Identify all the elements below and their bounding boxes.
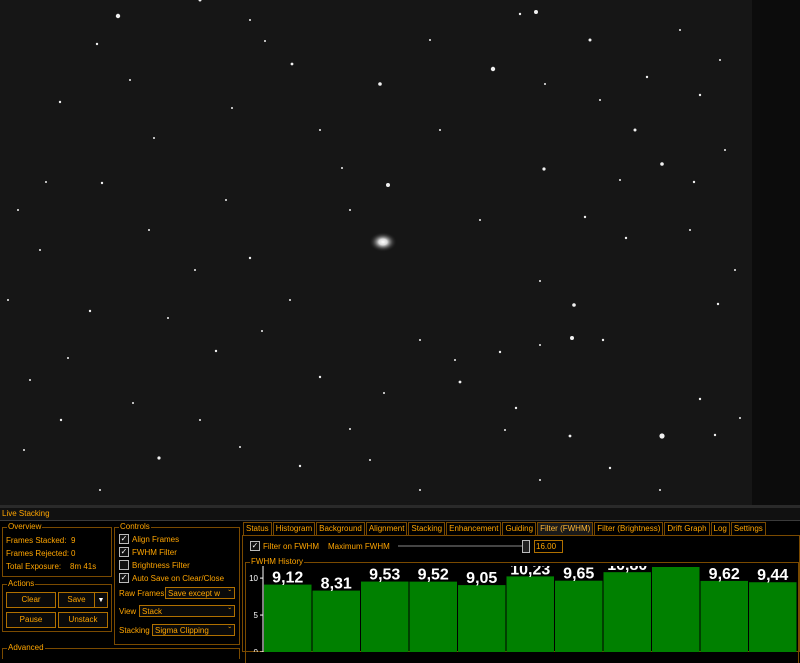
fwhm-bar[interactable] — [264, 584, 312, 652]
actions-group: Actions Clear Save ▼ Pause Unstack — [2, 579, 112, 632]
stacking-label: Stacking — [119, 626, 150, 635]
filter-on-fwhm-label: Filter on FWHM — [263, 541, 319, 551]
chevron-down-icon: ˇ — [228, 626, 231, 635]
auto-save-checkbox[interactable]: ✓ Auto Save on Clear/Close — [119, 573, 224, 583]
comet-nucleus — [369, 232, 397, 252]
view-value: Stack — [142, 607, 163, 616]
pause-button[interactable]: Pause — [6, 612, 56, 628]
fwhm-bar[interactable] — [361, 581, 409, 652]
overview-legend: Overview — [7, 522, 43, 532]
tab-guiding[interactable]: Guiding — [502, 522, 537, 535]
frames-rejected-value: 0 — [71, 549, 76, 558]
tab-drift-graph[interactable]: Drift Graph — [664, 522, 710, 535]
unstack-button[interactable]: Unstack — [58, 612, 108, 628]
brightness-filter-label: Brightness Filter — [132, 560, 190, 570]
fwhm-history-chart: 10 5 0 9,12 8,31 9,53 9,52 9,05 10,23 9,65 10,80 9,… — [249, 566, 797, 652]
tab-histogram[interactable]: Histogram — [272, 522, 316, 535]
slider-thumb[interactable] — [522, 540, 530, 553]
fwhm-bar-label: 10,23 — [510, 566, 550, 578]
tab-enhancement[interactable]: Enhancement — [446, 522, 502, 535]
fwhm-bar-label: 9,44 — [757, 567, 788, 584]
fwhm-bar-label: 9,12 — [272, 570, 303, 587]
fwhm-bar[interactable] — [700, 580, 749, 652]
fwhm-bar[interactable] — [506, 576, 555, 652]
image-margin — [752, 0, 800, 505]
fwhm-bar[interactable] — [749, 582, 797, 652]
stacking-value: Sigma Clipping — [155, 626, 209, 635]
clear-button[interactable]: Clear — [6, 592, 56, 608]
stacking-dropdown[interactable]: Sigma Clipping ˇ — [152, 624, 235, 636]
fwhm-bar-label: 9,65 — [563, 566, 594, 583]
fwhm-bar-label: 9,05 — [466, 570, 497, 587]
fwhm-filter-label: FWHM Filter — [132, 547, 177, 557]
fwhm-filter-checkbox[interactable]: ✓ FWHM Filter — [119, 547, 177, 557]
tab-bar: Status Histogram Background Alignment Stacki… — [243, 522, 767, 535]
total-exposure-value: 8m 41s — [70, 562, 97, 571]
checkbox-box[interactable] — [119, 560, 129, 570]
save-button[interactable]: Save — [58, 592, 95, 608]
advanced-group: Advanced — [2, 643, 240, 659]
controls-legend: Controls — [119, 522, 151, 532]
raw-frames-label: Raw Frames — [119, 589, 165, 598]
frames-stacked-label: Frames Stacked: — [6, 536, 67, 545]
raw-frames-dropdown[interactable]: Save except w ˇ — [165, 587, 235, 599]
filter-on-fwhm-checkbox[interactable]: ✓ Filter on FWHM — [250, 541, 319, 551]
chevron-down-icon: ˇ — [228, 589, 231, 598]
y-tick-label: 5 — [254, 611, 259, 620]
view-dropdown[interactable]: Stack ˇ — [139, 605, 235, 617]
brightness-filter-checkbox[interactable]: Brightness Filter — [119, 560, 190, 570]
align-frames-label: Align Frames — [132, 534, 180, 544]
chevron-down-icon: ▼ — [97, 597, 105, 604]
auto-save-label: Auto Save on Clear/Close — [132, 573, 225, 583]
maximum-fwhm-label: Maximum FWHM — [328, 542, 390, 551]
y-tick-label: 10 — [249, 574, 258, 583]
view-label: View — [119, 607, 137, 616]
fwhm-bar-label: 9,53 — [369, 567, 400, 584]
raw-frames-value: Save except w — [168, 589, 221, 598]
controls-group: Controls ✓ Align Frames ✓ FWHM Filter Br… — [114, 522, 240, 645]
tab-filter-brightness[interactable]: Filter (Brightness) — [594, 522, 664, 535]
fwhm-bar-label: 9,52 — [418, 567, 449, 584]
checkbox-box[interactable]: ✓ — [119, 573, 129, 583]
fwhm-bar[interactable] — [652, 567, 700, 652]
align-frames-checkbox[interactable]: ✓ Align Frames — [119, 534, 179, 544]
frames-rejected-label: Frames Rejected: — [6, 549, 70, 558]
panel-title: Live Stacking — [2, 509, 50, 518]
save-dropdown-button[interactable]: ▼ — [94, 592, 108, 608]
fwhm-bar[interactable] — [603, 572, 652, 652]
star-field-image — [7, 0, 741, 491]
checkbox-box[interactable]: ✓ — [119, 534, 129, 544]
fwhm-bar-label: 9,62 — [709, 566, 740, 583]
tab-stacking[interactable]: Stacking — [408, 522, 446, 535]
fwhm-bar[interactable] — [409, 581, 458, 652]
total-exposure-label: Total Exposure: — [6, 562, 62, 571]
fwhm-bar-label: 8,31 — [321, 576, 352, 593]
checkbox-box[interactable]: ✓ — [250, 541, 260, 551]
maximum-fwhm-slider[interactable] — [398, 540, 530, 553]
fwhm-bar[interactable] — [458, 585, 506, 652]
live-stacking-titlebar: Live Stacking — [0, 508, 800, 521]
stacked-image-view[interactable] — [0, 0, 752, 505]
chevron-down-icon: ˇ — [228, 607, 231, 616]
fwhm-bar[interactable] — [555, 580, 603, 652]
fwhm-bar[interactable] — [312, 590, 361, 652]
actions-legend: Actions — [7, 579, 36, 589]
frames-stacked-value: 9 — [71, 536, 76, 545]
tab-filter-fwhm[interactable]: Filter (FWHM) — [537, 522, 594, 535]
tab-background[interactable]: Background — [316, 522, 365, 535]
tab-log[interactable]: Log — [710, 522, 730, 535]
maximum-fwhm-input[interactable]: 16.00 — [534, 540, 563, 553]
fwhm-bar-label: 10,80 — [607, 566, 647, 574]
tab-status[interactable]: Status — [243, 522, 272, 535]
tab-settings[interactable]: Settings — [730, 522, 766, 535]
y-tick-label: 0 — [254, 648, 259, 652]
checkbox-box[interactable]: ✓ — [119, 547, 129, 557]
overview-group: Overview Frames Stacked: 9 Frames Reject… — [2, 522, 112, 577]
tab-alignment[interactable]: Alignment — [365, 522, 408, 535]
